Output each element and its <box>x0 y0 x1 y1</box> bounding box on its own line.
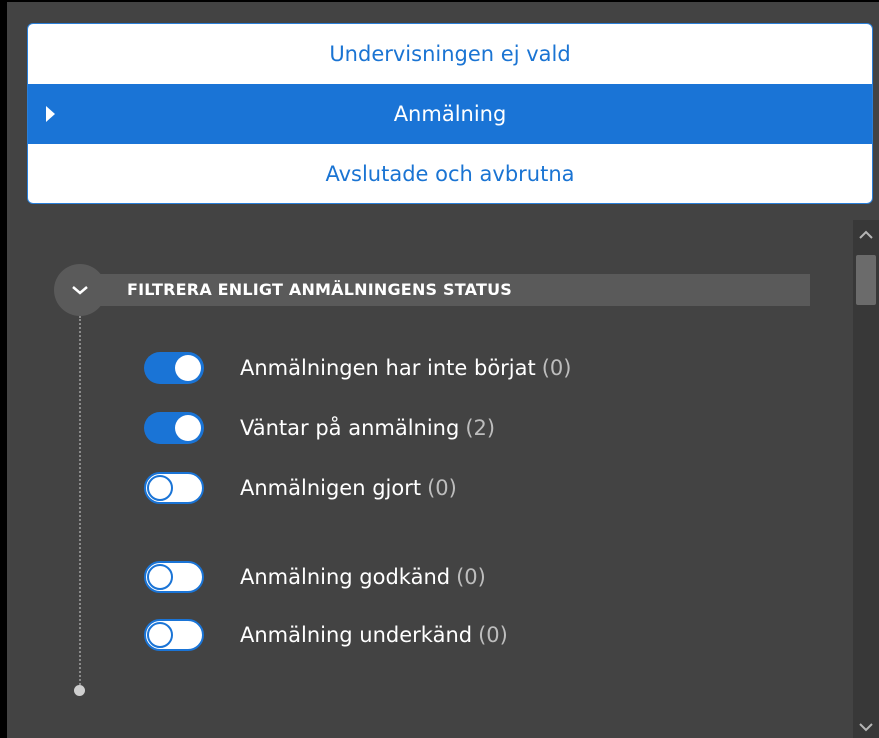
caret-right-icon <box>46 106 55 122</box>
toggle-switch[interactable] <box>144 472 204 504</box>
toggle-knob <box>147 564 173 590</box>
filter-item-count: (0) <box>427 476 457 500</box>
timeline-end-dot <box>74 685 85 696</box>
filter-item-label: Väntar på anmälning <box>240 416 460 440</box>
tab-anmalning[interactable]: Anmälning <box>28 84 872 144</box>
filter-item-count: (0) <box>478 623 508 647</box>
tab-label: Avslutade och avbrutna <box>325 162 575 186</box>
toggle-switch[interactable] <box>144 412 204 444</box>
filter-item-label: Anmälningen har inte börjat <box>240 356 536 380</box>
tab-label: Undervisningen ej vald <box>329 42 571 66</box>
filter-item-waiting: Väntar på anmälning (2) <box>144 408 495 448</box>
filter-item-approved: Anmälning godkänd (0) <box>144 557 486 597</box>
tab-undervisningen-ej-vald[interactable]: Undervisningen ej vald <box>28 24 872 84</box>
toggle-switch[interactable] <box>144 561 204 593</box>
filter-item-label: Anmälnigen gjort <box>240 476 422 500</box>
filter-item-count: (2) <box>465 416 496 440</box>
collapse-filter-button[interactable] <box>54 264 106 316</box>
filter-item-label: Anmälning underkänd <box>240 623 473 647</box>
scrollbar-thumb[interactable] <box>856 255 876 305</box>
filter-item-count: (0) <box>541 356 572 380</box>
tab-avslutade-och-avbrutna[interactable]: Avslutade och avbrutna <box>28 144 872 203</box>
filter-section-title: FILTRERA ENLIGT ANMÄLNINGENS STATUS <box>127 280 512 299</box>
filter-item-rejected: Anmälning underkänd (0) <box>144 615 508 655</box>
toggle-knob <box>147 622 173 648</box>
toggle-knob <box>175 355 201 381</box>
chevron-up-icon[interactable] <box>853 220 879 250</box>
status-tab-selector: Undervisningen ej vald Anmälning Avsluta… <box>27 23 873 204</box>
filter-item-not-started: Anmälningen har inte börjat (0) <box>144 348 571 388</box>
toggle-switch[interactable] <box>144 352 204 384</box>
toggle-knob <box>175 415 201 441</box>
filter-item-done: Anmälnigen gjort (0) <box>144 468 457 508</box>
toggle-switch[interactable] <box>144 619 204 651</box>
side-panel: Undervisningen ej vald Anmälning Avsluta… <box>0 0 879 738</box>
toggle-knob <box>147 475 173 501</box>
vertical-scrollbar[interactable] <box>853 220 879 738</box>
tab-label: Anmälning <box>393 102 507 126</box>
filter-item-count: (0) <box>456 565 486 589</box>
chevron-down-icon[interactable] <box>853 716 879 738</box>
chevron-down-icon <box>72 286 88 295</box>
filter-section-header: FILTRERA ENLIGT ANMÄLNINGENS STATUS <box>54 264 810 316</box>
filter-item-label: Anmälning godkänd <box>240 565 451 589</box>
timeline-connector <box>79 316 81 688</box>
